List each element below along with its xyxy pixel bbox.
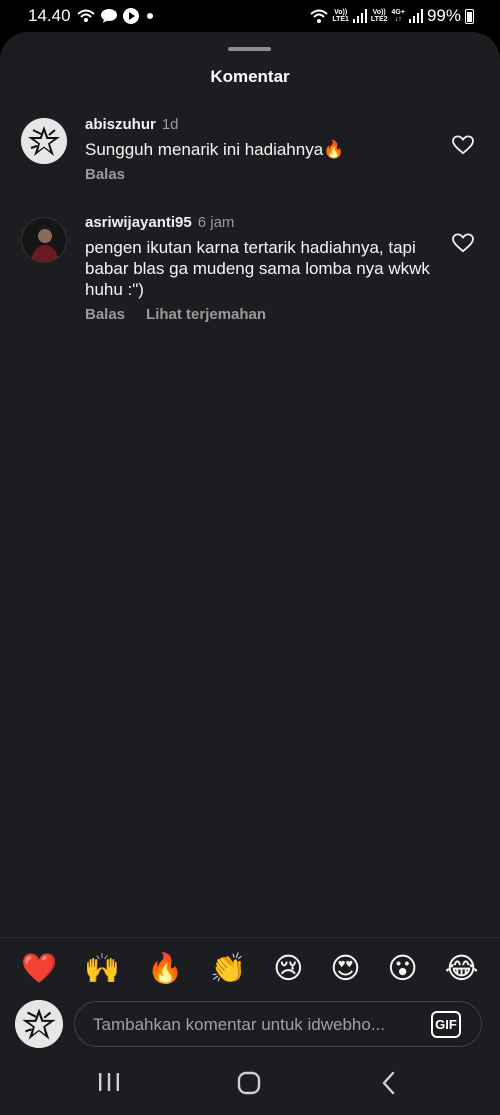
recent-apps-icon[interactable] [97, 1071, 121, 1093]
comment-text: pengen ikutan karna tertarik hadiahnya, … [85, 238, 430, 299]
reply-button[interactable]: Balas [85, 306, 125, 323]
network-type-label: 4G+ ↓↑ [391, 9, 405, 23]
crying-emoji-button[interactable]: 😢 [273, 952, 303, 984]
battery-icon [465, 8, 474, 24]
avatar[interactable] [21, 217, 67, 263]
comments-sheet: Komentar abiszuhur 1d Sungguh menarik in… [0, 32, 500, 1055]
play-icon [123, 8, 139, 24]
signal1-icon [352, 9, 367, 23]
heart-eyes-emoji-button[interactable]: 😍 [330, 952, 360, 984]
comment-body: abiszuhur 1d Sungguh menarik ini hadiahn… [85, 116, 435, 183]
profile-photo-icon [22, 218, 66, 262]
see-translation-button[interactable]: Lihat terjemahan [146, 306, 266, 323]
comment-username[interactable]: abiszuhur [85, 116, 156, 133]
sim1-label: Vo)) LTE1 [332, 9, 349, 23]
wifi-call-icon [77, 9, 95, 22]
comment-composer: Tambahkan komentar untuk idwebho... GIF [0, 997, 500, 1055]
comment-text: Sungguh menarik ini hadiahnya🔥 [85, 140, 345, 159]
sheet-title: Komentar [210, 67, 290, 86]
avatar[interactable] [21, 118, 67, 164]
heart-emoji-button[interactable]: ❤️ [21, 952, 57, 984]
home-icon[interactable] [237, 1071, 261, 1095]
sim2-label: Vo)) LTE2 [370, 9, 388, 23]
battery-percent: 99% [426, 6, 461, 25]
like-heart-icon[interactable] [452, 233, 474, 253]
comment-body: asriwijayanti95 6 jam pengen ikutan karn… [85, 214, 435, 323]
self-avatar [15, 1000, 63, 1048]
raising-hands-emoji-button[interactable]: 🙌 [84, 952, 120, 984]
comment-input-placeholder: Tambahkan komentar untuk idwebho... [93, 1015, 386, 1034]
star-logo-avatar-icon [15, 1000, 63, 1048]
fire-emoji-button[interactable]: 🔥 [147, 952, 183, 984]
status-time: 14.40 [28, 6, 71, 25]
laughing-emoji-button[interactable]: 😂 [445, 952, 479, 984]
dot-icon [147, 13, 153, 19]
wifi-icon [310, 9, 328, 23]
status-bar: 14.40 Vo)) LTE1 Vo)) LTE2 4G+ ↓↑ 99% [0, 0, 500, 32]
comment-input[interactable]: Tambahkan komentar untuk idwebho... GIF [74, 1001, 482, 1047]
notification-icons [76, 7, 156, 25]
surprised-emoji-button[interactable]: 😮 [387, 952, 417, 984]
back-icon[interactable] [379, 1071, 399, 1095]
comment-time: 6 jam [197, 214, 235, 231]
like-heart-icon[interactable] [452, 135, 474, 155]
gif-button[interactable]: GIF [431, 1011, 461, 1038]
drag-handle[interactable] [228, 47, 271, 51]
signal2-icon [408, 9, 423, 23]
reply-button[interactable]: Balas [85, 166, 125, 183]
comment-username[interactable]: asriwijayanti95 [85, 214, 192, 231]
star-logo-avatar-icon [21, 118, 67, 164]
clap-emoji-button[interactable]: 👏 [210, 952, 246, 984]
comment-time: 1d [161, 116, 179, 133]
chat-bubble-icon [101, 9, 117, 23]
system-nav-bar [0, 1055, 500, 1115]
system-icons: Vo)) LTE1 Vo)) LTE2 4G+ ↓↑ 99% [310, 6, 474, 26]
emoji-quick-bar: ❤️ 🙌 🔥 👏 😢 😍 😮 😂 [0, 937, 500, 997]
